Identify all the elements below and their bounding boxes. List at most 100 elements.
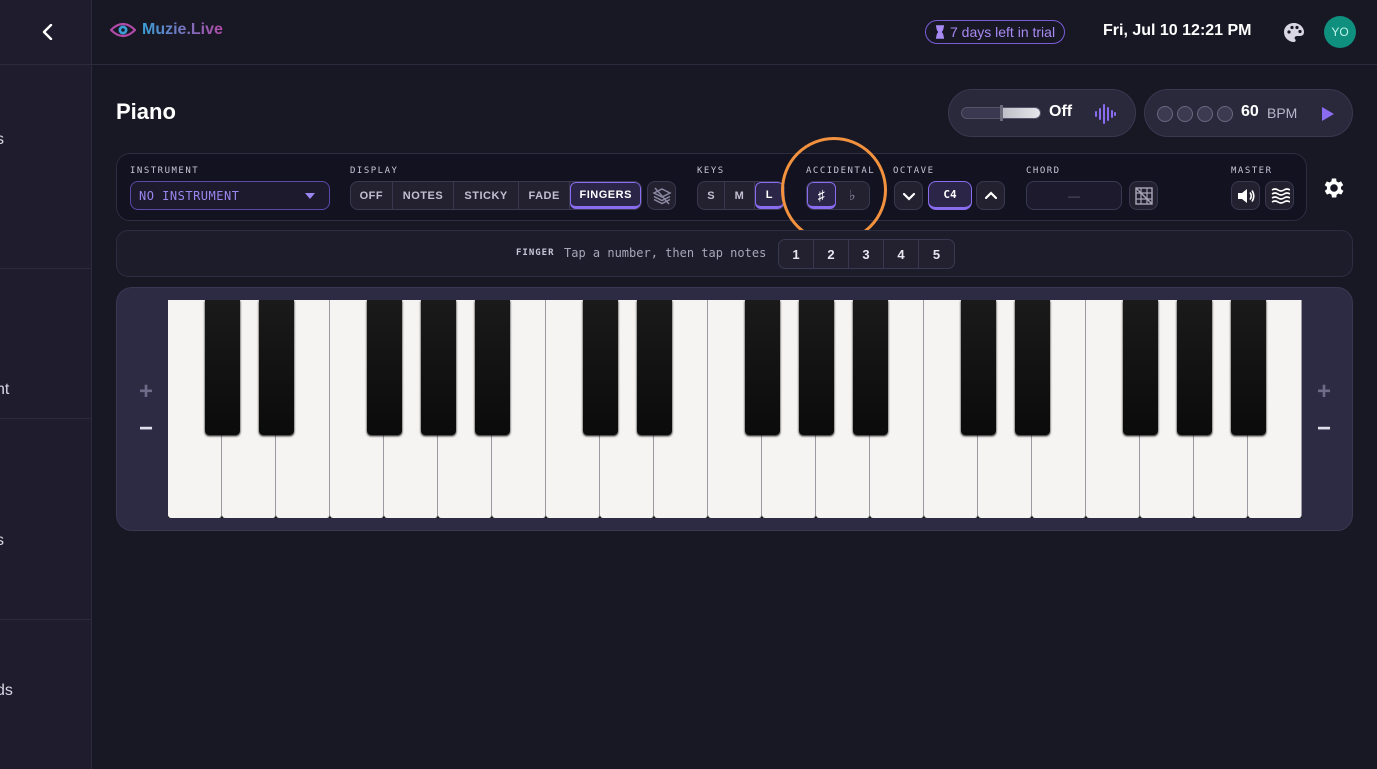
audio-wave-icon[interactable] <box>1093 102 1117 126</box>
logo-text: Muzie.Live <box>142 21 223 38</box>
palette-icon[interactable] <box>1282 21 1306 45</box>
display-fingers-button[interactable]: FINGERS <box>570 182 641 209</box>
zoom-in-right-button[interactable]: + <box>1312 378 1336 406</box>
finger-label: FINGER <box>516 248 555 258</box>
speaker-icon <box>1237 188 1255 203</box>
key-size-l-button[interactable]: L <box>754 182 784 209</box>
hourglass-icon <box>936 25 944 39</box>
octave-label: OCTAVE <box>893 166 935 176</box>
sidebar-item-4[interactable]: ds <box>0 682 13 700</box>
beat-indicator <box>1177 106 1193 122</box>
zoom-out-left-button[interactable]: − <box>134 415 158 443</box>
finger-number-group: 1 2 3 4 5 <box>778 239 955 269</box>
chevron-down-icon <box>902 192 915 201</box>
current-datetime: Fri, Jul 10 12:21 PM <box>1103 22 1252 39</box>
chord-label: CHORD <box>1026 166 1061 176</box>
instrument-label: INSTRUMENT <box>130 166 200 176</box>
layers-off-icon <box>651 187 672 204</box>
grid-off-icon <box>1134 186 1153 205</box>
key-size-group: S M L <box>697 181 785 210</box>
zoom-out-right-button[interactable]: − <box>1312 415 1336 443</box>
flat-button[interactable]: ♭ <box>836 182 869 209</box>
sidebar-divider <box>0 418 92 419</box>
black-key[interactable] <box>1230 300 1266 435</box>
black-key[interactable] <box>636 300 672 435</box>
black-key[interactable] <box>582 300 618 435</box>
display-off-button[interactable]: OFF <box>351 182 393 209</box>
finger-4-button[interactable]: 4 <box>884 240 919 268</box>
black-key[interactable] <box>1176 300 1212 435</box>
beat-indicator <box>1217 106 1233 122</box>
metronome-control: 60 BPM <box>1144 89 1353 137</box>
instrument-select[interactable]: NO INSTRUMENT <box>130 181 330 210</box>
eye-logo-icon <box>110 22 136 38</box>
sidebar-divider <box>0 268 92 269</box>
finger-1-button[interactable]: 1 <box>779 240 814 268</box>
black-key[interactable] <box>474 300 510 435</box>
finger-5-button[interactable]: 5 <box>919 240 954 268</box>
display-label: DISPLAY <box>350 166 399 176</box>
app-logo[interactable]: Muzie.Live <box>110 20 223 40</box>
bpm-value[interactable]: 60 <box>1241 103 1259 121</box>
black-key[interactable] <box>420 300 456 435</box>
sidebar-item-2[interactable]: nt <box>0 381 9 399</box>
black-key[interactable] <box>1122 300 1158 435</box>
chord-input[interactable]: — <box>1026 181 1122 210</box>
keys-label: KEYS <box>697 166 725 176</box>
black-key[interactable] <box>204 300 240 435</box>
sidebar-item-3[interactable]: s <box>0 532 4 550</box>
key-size-s-button[interactable]: S <box>698 182 726 209</box>
black-key[interactable] <box>852 300 888 435</box>
mic-status[interactable]: Off <box>1049 103 1072 121</box>
page-title: Piano <box>116 99 176 124</box>
black-key[interactable] <box>960 300 996 435</box>
black-key[interactable] <box>1014 300 1050 435</box>
black-key[interactable] <box>744 300 780 435</box>
display-sticky-button[interactable]: STICKY <box>454 182 519 209</box>
beat-indicator <box>1157 106 1173 122</box>
sidebar: s nt s ds <box>0 0 92 769</box>
sidebar-divider <box>0 619 92 620</box>
sidebar-item-1[interactable]: s <box>0 131 4 149</box>
master-volume-button[interactable] <box>1231 181 1260 210</box>
octave-value: C4 <box>928 181 972 210</box>
chord-grid-toggle-button[interactable] <box>1129 181 1158 210</box>
waves-icon <box>1271 187 1290 204</box>
display-notes-button[interactable]: NOTES <box>393 182 455 209</box>
trial-badge[interactable]: 7 days left in trial <box>925 20 1066 44</box>
finger-3-button[interactable]: 3 <box>849 240 884 268</box>
black-key[interactable] <box>258 300 294 435</box>
key-size-m-button[interactable]: M <box>725 182 755 209</box>
trial-text: 7 days left in trial <box>950 24 1056 40</box>
black-key[interactable] <box>366 300 402 435</box>
display-fade-button[interactable]: FADE <box>519 182 571 209</box>
layers-toggle-button[interactable] <box>647 181 676 210</box>
piano-controls: INSTRUMENT NO INSTRUMENT DISPLAY OFF NOT… <box>116 153 1307 221</box>
finger-hint: Tap a number, then tap notes <box>564 246 767 260</box>
chevron-left-icon <box>42 24 53 40</box>
master-label: MASTER <box>1231 166 1273 176</box>
piano-panel: + − + − <box>116 287 1353 531</box>
play-icon[interactable] <box>1317 104 1337 124</box>
settings-gear-icon[interactable] <box>1321 175 1347 201</box>
finger-2-button[interactable]: 2 <box>814 240 849 268</box>
accidental-group: ♯ ♭ <box>806 181 870 210</box>
black-key[interactable] <box>798 300 834 435</box>
octave-up-button[interactable] <box>976 181 1005 210</box>
top-bar: Muzie.Live 7 days left in trial Fri, Jul… <box>92 0 1377 65</box>
sidebar-divider <box>0 64 92 65</box>
collapse-sidebar-button[interactable] <box>36 18 60 46</box>
user-avatar[interactable]: YO <box>1324 16 1356 48</box>
zoom-in-left-button[interactable]: + <box>134 378 158 406</box>
master-effects-button[interactable] <box>1265 181 1294 210</box>
piano-keyboard <box>168 300 1302 518</box>
caret-down-icon <box>305 193 315 199</box>
finger-bar: FINGER Tap a number, then tap notes 1 2 … <box>116 230 1353 277</box>
beat-indicator <box>1197 106 1213 122</box>
sharp-button[interactable]: ♯ <box>807 182 837 209</box>
octave-down-button[interactable] <box>894 181 923 210</box>
mic-level-thumb[interactable] <box>1000 105 1003 121</box>
chevron-up-icon <box>984 190 997 199</box>
accidental-label: ACCIDENTAL <box>806 166 876 176</box>
bpm-unit: BPM <box>1267 105 1298 121</box>
